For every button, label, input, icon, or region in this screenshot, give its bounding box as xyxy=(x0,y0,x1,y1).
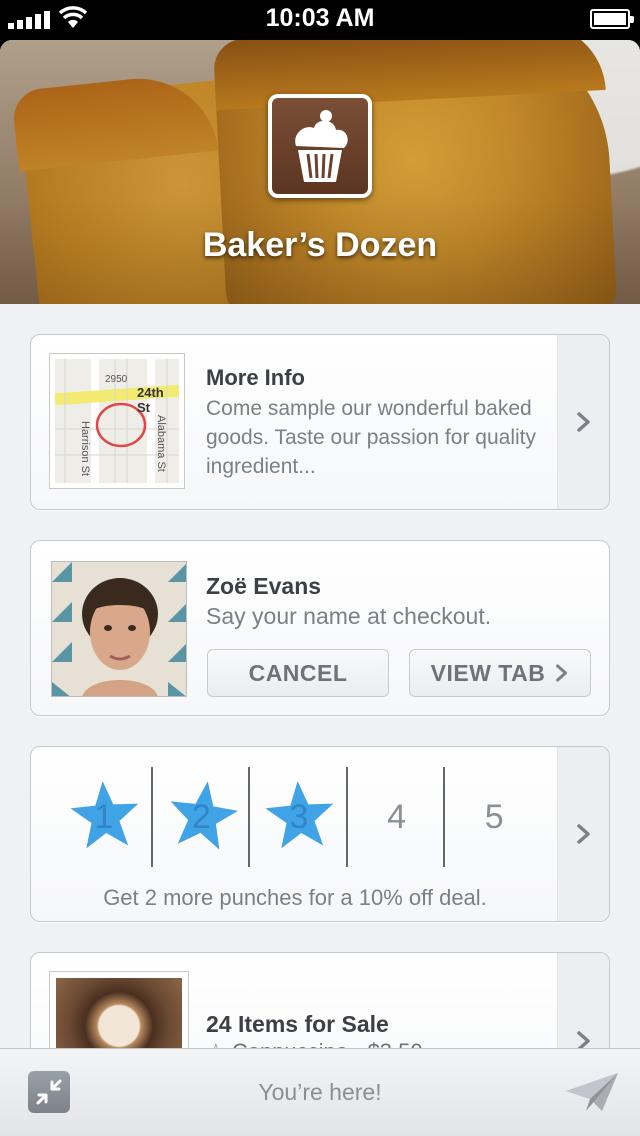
view-tab-button[interactable]: VIEW TAB xyxy=(409,649,591,697)
screen: Baker’s Dozen 2950 24th St Harrison St A… xyxy=(0,40,640,1136)
punch-slot: 1 xyxy=(55,765,153,869)
punch-number: 2 xyxy=(191,797,211,836)
chevron-right-icon xyxy=(556,664,568,682)
avatar xyxy=(51,561,187,697)
punch-card[interactable]: 1 2 3 4 5 Get 2 more punches for a 10% off d… xyxy=(30,746,610,922)
punch-slot: 2 xyxy=(153,765,251,869)
location-status: You’re here! xyxy=(258,1079,382,1105)
map-street-number: 2950 xyxy=(105,374,128,385)
user-instructions: Say your name at checkout. xyxy=(206,603,492,629)
map-street-right: Alabama St xyxy=(155,415,167,472)
map-thumbnail: 2950 24th St Harrison St Alabama St xyxy=(49,353,185,489)
view-tab-button-label: VIEW TAB xyxy=(430,659,546,686)
punch-number: 1 xyxy=(94,797,114,836)
punch-row: 1 2 3 4 5 xyxy=(55,765,543,869)
info-description: Come sample our wonderful baked goods. T… xyxy=(206,397,536,478)
status-bar: 10:03 AM xyxy=(0,0,640,40)
map-street-left: Harrison St xyxy=(79,421,91,477)
punch-slot: 4 xyxy=(348,765,446,869)
sale-title: 24 Items for Sale xyxy=(206,1011,389,1037)
punch-number: 3 xyxy=(289,797,309,836)
chevron-right-icon xyxy=(577,824,590,844)
user-name: Zoë Evans xyxy=(206,573,322,599)
battery-icon xyxy=(590,9,634,29)
punch-chevron-area[interactable] xyxy=(557,747,609,921)
punch-number: 4 xyxy=(387,797,407,836)
info-title: More Info xyxy=(206,365,305,390)
hero-banner: Baker’s Dozen xyxy=(0,40,640,304)
punch-slot: 5 xyxy=(445,765,543,869)
cancel-button-label: CANCEL xyxy=(248,659,348,686)
cancel-button[interactable]: CANCEL xyxy=(207,649,389,697)
cupcake-icon xyxy=(268,94,372,198)
store-title: Baker’s Dozen xyxy=(202,226,438,264)
more-info-card[interactable]: 2950 24th St Harrison St Alabama St More… xyxy=(30,334,610,510)
paper-plane-icon[interactable] xyxy=(564,1071,620,1115)
bottom-bar: You’re here! xyxy=(0,1048,640,1136)
punch-caption: Get 2 more punches for a 10% off deal. xyxy=(103,885,487,910)
status-time: 10:03 AM xyxy=(265,4,375,32)
chevron-right-icon xyxy=(577,412,590,432)
user-card: Zoë Evans Say your name at checkout. CAN… xyxy=(30,540,610,716)
info-chevron-area[interactable] xyxy=(557,335,609,509)
map-street-top: 24th St xyxy=(137,385,164,415)
punch-number: 5 xyxy=(484,797,504,836)
punch-slot: 3 xyxy=(250,765,348,869)
